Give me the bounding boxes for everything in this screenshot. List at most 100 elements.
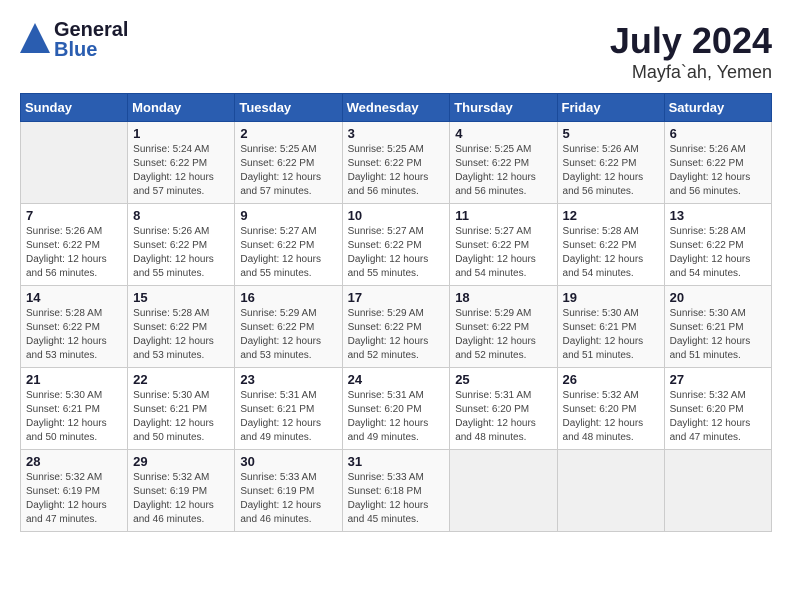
weekday-header-row: SundayMondayTuesdayWednesdayThursdayFrid… [21,94,772,122]
day-info: Sunrise: 5:32 AMSunset: 6:19 PMDaylight:… [133,471,229,527]
day-number: 27 [670,372,766,387]
day-info: Sunrise: 5:30 AMSunset: 6:21 PMDaylight:… [133,389,229,445]
day-info: Sunrise: 5:31 AMSunset: 6:20 PMDaylight:… [455,389,551,445]
day-number: 4 [455,126,551,141]
calendar-cell: 22Sunrise: 5:30 AMSunset: 6:21 PMDayligh… [128,368,235,450]
calendar-cell [557,450,664,532]
day-info: Sunrise: 5:28 AMSunset: 6:22 PMDaylight:… [563,225,659,281]
week-row-2: 7 Sunrise: 5:26 AMSunset: 6:22 PMDaylight… [21,204,772,286]
day-info: Sunrise: 5:25 AMSunset: 6:22 PMDaylight:… [455,143,551,199]
day-number: 23 [240,372,336,387]
day-number: 9 [240,208,336,223]
calendar-cell: 10Sunrise: 5:27 AMSunset: 6:22 PMDayligh… [342,204,450,286]
week-row-4: 21Sunrise: 5:30 AMSunset: 6:21 PMDayligh… [21,368,772,450]
day-info: Sunrise: 5:26 AMSunset: 6:22 PMDaylight:… [26,225,122,281]
day-number: 20 [670,290,766,305]
calendar-cell: 17 Sunrise: 5:29 AMSunset: 6:22 PMDayligh… [342,286,450,368]
calendar-cell: 29 Sunrise: 5:32 AMSunset: 6:19 PMDayligh… [128,450,235,532]
calendar-cell: 28 Sunrise: 5:32 AMSunset: 6:19 PMDayligh… [21,450,128,532]
day-info: Sunrise: 5:32 AMSunset: 6:20 PMDaylight:… [670,389,766,445]
day-number: 25 [455,372,551,387]
day-info: Sunrise: 5:27 AMSunset: 6:22 PMDaylight:… [240,225,336,281]
day-number: 2 [240,126,336,141]
calendar-cell: 14Sunrise: 5:28 AMSunset: 6:22 PMDayligh… [21,286,128,368]
calendar-cell [450,450,557,532]
calendar-cell: 3 Sunrise: 5:25 AMSunset: 6:22 PMDaylight… [342,122,450,204]
calendar-cell [21,122,128,204]
day-info: Sunrise: 5:33 AMSunset: 6:19 PMDaylight:… [240,471,336,527]
day-info: Sunrise: 5:33 AMSunset: 6:18 PMDaylight:… [348,471,445,527]
calendar-cell: 8Sunrise: 5:26 AMSunset: 6:22 PMDaylight… [128,204,235,286]
calendar-cell: 11Sunrise: 5:27 AMSunset: 6:22 PMDayligh… [450,204,557,286]
day-number: 19 [563,290,659,305]
day-number: 7 [26,208,122,223]
weekday-header-sunday: Sunday [21,94,128,122]
calendar-cell: 18Sunrise: 5:29 AMSunset: 6:22 PMDayligh… [450,286,557,368]
day-number: 10 [348,208,445,223]
calendar-cell: 15 Sunrise: 5:28 AMSunset: 6:22 PMDayligh… [128,286,235,368]
day-info: Sunrise: 5:28 AMSunset: 6:22 PMDaylight:… [26,307,122,363]
logo-general: General [54,20,128,40]
day-info: Sunrise: 5:25 AMSunset: 6:22 PMDaylight:… [348,143,445,199]
logo-blue: Blue [54,40,128,60]
title-block: July 2024 Mayfa`ah, Yemen [610,20,772,83]
day-info: Sunrise: 5:30 AMSunset: 6:21 PMDaylight:… [670,307,766,363]
day-number: 17 [348,290,445,305]
weekday-header-saturday: Saturday [664,94,771,122]
day-info: Sunrise: 5:30 AMSunset: 6:21 PMDaylight:… [563,307,659,363]
day-number: 6 [670,126,766,141]
weekday-header-tuesday: Tuesday [235,94,342,122]
calendar-cell: 27 Sunrise: 5:32 AMSunset: 6:20 PMDayligh… [664,368,771,450]
calendar-cell: 26 Sunrise: 5:32 AMSunset: 6:20 PMDayligh… [557,368,664,450]
calendar-cell: 16 Sunrise: 5:29 AMSunset: 6:22 PMDayligh… [235,286,342,368]
calendar-cell: 7 Sunrise: 5:26 AMSunset: 6:22 PMDaylight… [21,204,128,286]
day-number: 31 [348,454,445,469]
day-info: Sunrise: 5:32 AMSunset: 6:19 PMDaylight:… [26,471,122,527]
calendar-cell: 19 Sunrise: 5:30 AMSunset: 6:21 PMDayligh… [557,286,664,368]
calendar-table: SundayMondayTuesdayWednesdayThursdayFrid… [20,93,772,532]
location-title: Mayfa`ah, Yemen [610,62,772,83]
week-row-5: 28 Sunrise: 5:32 AMSunset: 6:19 PMDayligh… [21,450,772,532]
day-number: 18 [455,290,551,305]
day-info: Sunrise: 5:30 AMSunset: 6:21 PMDaylight:… [26,389,122,445]
day-info: Sunrise: 5:31 AMSunset: 6:20 PMDaylight:… [348,389,445,445]
calendar-cell: 23 Sunrise: 5:31 AMSunset: 6:21 PMDayligh… [235,368,342,450]
day-number: 26 [563,372,659,387]
calendar-cell: 31 Sunrise: 5:33 AMSunset: 6:18 PMDayligh… [342,450,450,532]
weekday-header-thursday: Thursday [450,94,557,122]
day-info: Sunrise: 5:24 AMSunset: 6:22 PMDaylight:… [133,143,229,199]
month-title: July 2024 [610,20,772,62]
day-number: 16 [240,290,336,305]
day-info: Sunrise: 5:31 AMSunset: 6:21 PMDaylight:… [240,389,336,445]
day-info: Sunrise: 5:28 AMSunset: 6:22 PMDaylight:… [670,225,766,281]
week-row-3: 14Sunrise: 5:28 AMSunset: 6:22 PMDayligh… [21,286,772,368]
calendar-cell: 6Sunrise: 5:26 AMSunset: 6:22 PMDaylight… [664,122,771,204]
day-number: 3 [348,126,445,141]
logo-icon [20,23,50,58]
calendar-cell: 25 Sunrise: 5:31 AMSunset: 6:20 PMDayligh… [450,368,557,450]
day-info: Sunrise: 5:29 AMSunset: 6:22 PMDaylight:… [348,307,445,363]
calendar-cell: 30 Sunrise: 5:33 AMSunset: 6:19 PMDayligh… [235,450,342,532]
weekday-header-friday: Friday [557,94,664,122]
day-number: 29 [133,454,229,469]
week-row-1: 1 Sunrise: 5:24 AMSunset: 6:22 PMDaylight… [21,122,772,204]
day-number: 30 [240,454,336,469]
calendar-cell: 5Sunrise: 5:26 AMSunset: 6:22 PMDaylight… [557,122,664,204]
calendar-cell [664,450,771,532]
day-info: Sunrise: 5:32 AMSunset: 6:20 PMDaylight:… [563,389,659,445]
page-header: General Blue July 2024 Mayfa`ah, Yemen [20,20,772,83]
day-info: Sunrise: 5:29 AMSunset: 6:22 PMDaylight:… [240,307,336,363]
day-info: Sunrise: 5:27 AMSunset: 6:22 PMDaylight:… [455,225,551,281]
day-number: 24 [348,372,445,387]
weekday-header-wednesday: Wednesday [342,94,450,122]
logo: General Blue [20,20,128,60]
day-info: Sunrise: 5:28 AMSunset: 6:22 PMDaylight:… [133,307,229,363]
day-number: 12 [563,208,659,223]
day-number: 5 [563,126,659,141]
logo-text: General Blue [54,20,128,60]
day-number: 28 [26,454,122,469]
day-info: Sunrise: 5:25 AMSunset: 6:22 PMDaylight:… [240,143,336,199]
day-number: 1 [133,126,229,141]
weekday-header-monday: Monday [128,94,235,122]
day-number: 15 [133,290,229,305]
